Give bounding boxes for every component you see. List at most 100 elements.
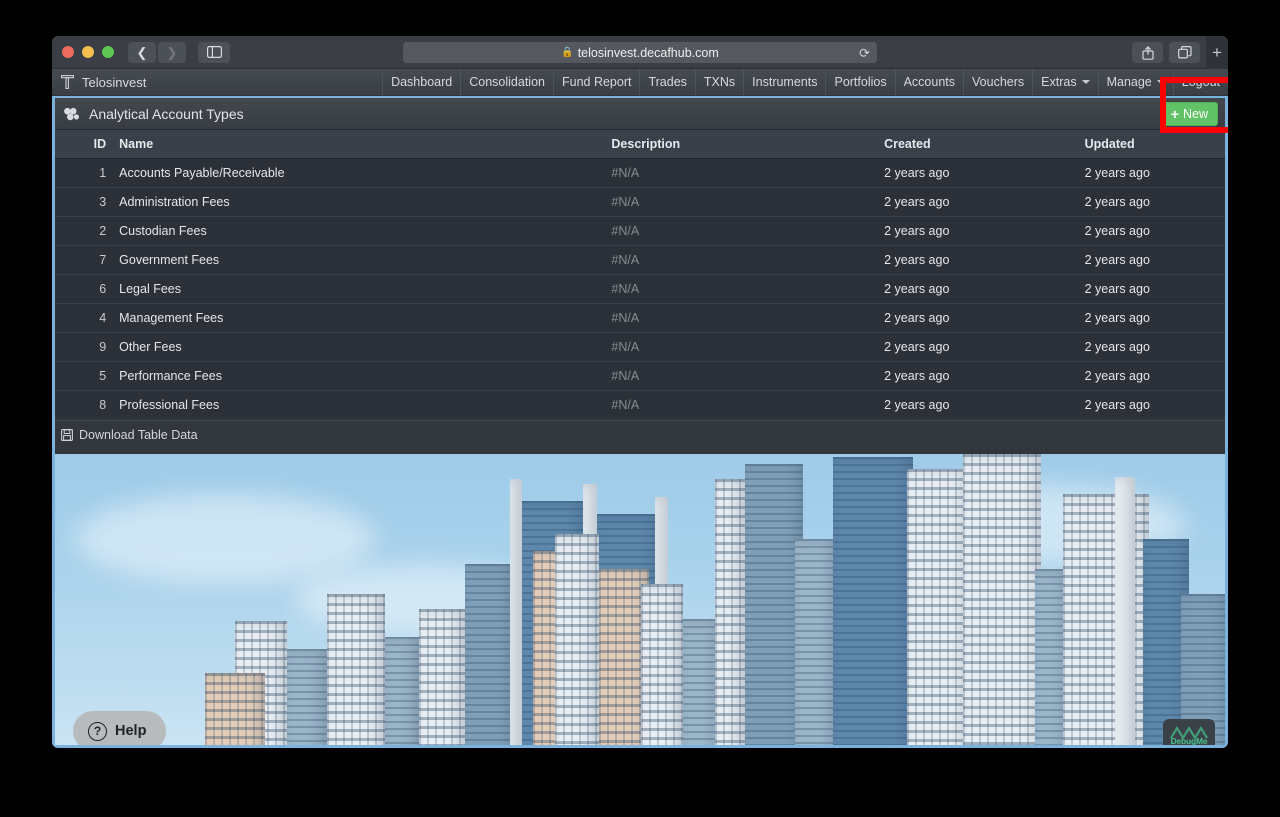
table-row[interactable]: 5 Performance Fees #N/A 2 years ago 2 ye… xyxy=(55,361,1225,391)
nav-item-fund-report[interactable]: Fund Report xyxy=(552,69,639,95)
page-title: Analytical Account Types xyxy=(63,106,244,122)
nav-item-txns[interactable]: TXNs xyxy=(694,69,743,95)
close-window-button[interactable] xyxy=(62,46,74,58)
table-row[interactable]: 8 Professional Fees #N/A 2 years ago 2 y… xyxy=(55,390,1225,420)
nav-item-logout[interactable]: Logout xyxy=(1172,69,1228,95)
column-header-name[interactable]: Name xyxy=(115,130,612,159)
minimize-window-button[interactable] xyxy=(82,46,94,58)
table-row[interactable]: 2 Custodian Fees #N/A 2 years ago 2 year… xyxy=(55,216,1225,246)
cell-created: 2 years ago xyxy=(884,303,1085,333)
nav-item-instruments[interactable]: Instruments xyxy=(743,69,825,95)
nav-item-accounts[interactable]: Accounts xyxy=(894,69,963,95)
telosinvest-logo-icon xyxy=(61,75,74,89)
show-tabs-icon[interactable] xyxy=(1169,42,1200,63)
lock-icon: 🔒 xyxy=(561,47,574,58)
building xyxy=(510,479,522,745)
main-nav: Dashboard Consolidation Fund Report Trad… xyxy=(382,69,1228,95)
chevron-down-icon xyxy=(1081,80,1090,84)
cell-created: 2 years ago xyxy=(884,274,1085,304)
building xyxy=(287,649,327,745)
cell-id: 2 xyxy=(55,216,116,246)
download-table-data-label: Download Table Data xyxy=(79,428,198,442)
building xyxy=(327,594,385,745)
table-row[interactable]: 1 Accounts Payable/Receivable #N/A 2 yea… xyxy=(55,158,1225,188)
cell-updated: 2 years ago xyxy=(1084,274,1225,304)
help-button[interactable]: ? Help xyxy=(73,711,167,745)
building xyxy=(907,469,969,745)
cell-updated: 2 years ago xyxy=(1084,332,1225,362)
building xyxy=(715,479,745,745)
cell-created: 2 years ago xyxy=(884,158,1085,188)
building xyxy=(385,637,419,745)
cell-description: #N/A xyxy=(611,303,885,333)
nav-item-manage[interactable]: Manage xyxy=(1097,69,1173,95)
reload-icon[interactable]: ⟳ xyxy=(859,46,870,59)
column-header-id[interactable]: ID xyxy=(55,130,116,159)
nav-label: Instruments xyxy=(752,75,818,89)
column-header-description[interactable]: Description xyxy=(611,130,885,159)
nav-item-extras[interactable]: Extras xyxy=(1032,69,1097,95)
debugme-widget[interactable]: DebugMe xyxy=(1163,719,1215,745)
plus-icon: + xyxy=(1170,106,1179,122)
background-skyline-photo: ? Help DebugMe xyxy=(55,454,1225,745)
cell-name: Performance Fees xyxy=(115,361,612,391)
maximize-window-button[interactable] xyxy=(102,46,114,58)
cell-id: 7 xyxy=(55,245,116,275)
nav-item-dashboard[interactable]: Dashboard xyxy=(382,69,460,95)
cell-name: Accounts Payable/Receivable xyxy=(115,158,612,188)
app-navbar: Telosinvest Dashboard Consolidation Fund… xyxy=(52,69,1228,96)
column-header-updated[interactable]: Updated xyxy=(1084,130,1225,159)
nav-label: Manage xyxy=(1106,75,1152,89)
nav-item-vouchers[interactable]: Vouchers xyxy=(963,69,1032,95)
cell-description: #N/A xyxy=(611,216,885,246)
table-row[interactable]: 6 Legal Fees #N/A 2 years ago 2 years ag… xyxy=(55,274,1225,304)
new-tab-button[interactable]: + xyxy=(1206,36,1228,69)
cell-description: #N/A xyxy=(611,158,885,188)
building xyxy=(641,584,683,745)
table-row[interactable]: 3 Administration Fees #N/A 2 years ago 2… xyxy=(55,187,1225,217)
table-header-row: ID Name Description Created Updated xyxy=(55,130,1225,159)
table-row[interactable]: 4 Management Fees #N/A 2 years ago 2 yea… xyxy=(55,303,1225,333)
nav-label: Logout xyxy=(1181,75,1220,89)
address-bar[interactable]: 🔒 telosinvest.decafhub.com ⟳ xyxy=(403,42,877,63)
panel-header: Analytical Account Types + New xyxy=(55,98,1225,130)
nav-label: Consolidation xyxy=(469,75,545,89)
table-row[interactable]: 9 Other Fees #N/A 2 years ago 2 years ag… xyxy=(55,332,1225,362)
download-table-data-link[interactable]: Download Table Data xyxy=(61,428,198,442)
page-title-label: Analytical Account Types xyxy=(89,105,244,122)
new-button[interactable]: + New xyxy=(1162,102,1218,126)
cubes-icon xyxy=(64,107,79,120)
building xyxy=(1063,494,1149,745)
building xyxy=(205,673,265,745)
analytical-account-types-table: ID Name Description Created Updated 1 Ac… xyxy=(55,130,1225,420)
nav-label: Accounts xyxy=(903,75,956,89)
column-header-created[interactable]: Created xyxy=(884,130,1085,159)
forward-icon[interactable]: ❯ xyxy=(158,41,186,63)
building xyxy=(555,534,599,745)
cell-updated: 2 years ago xyxy=(1084,361,1225,391)
nav-item-trades[interactable]: Trades xyxy=(639,69,694,95)
cell-id: 4 xyxy=(55,303,116,333)
address-bar-url: telosinvest.decafhub.com xyxy=(577,45,719,60)
nav-label: Extras xyxy=(1041,75,1077,89)
nav-item-consolidation[interactable]: Consolidation xyxy=(460,69,553,95)
building xyxy=(795,539,837,745)
cell-description: #N/A xyxy=(611,274,885,304)
cell-description: #N/A xyxy=(611,361,885,391)
sidebar-toggle-icon[interactable] xyxy=(198,41,230,63)
cell-id: 8 xyxy=(55,390,116,420)
building xyxy=(465,564,515,745)
cell-created: 2 years ago xyxy=(884,216,1085,246)
nav-label: Fund Report xyxy=(561,75,632,89)
share-icon[interactable] xyxy=(1132,42,1163,63)
cell-name: Custodian Fees xyxy=(115,216,612,246)
cell-updated: 2 years ago xyxy=(1084,216,1225,246)
cell-created: 2 years ago xyxy=(884,361,1085,391)
cell-name: Government Fees xyxy=(115,245,612,275)
nav-item-portfolios[interactable]: Portfolios xyxy=(825,69,894,95)
brand[interactable]: Telosinvest xyxy=(52,69,158,95)
table-row[interactable]: 7 Government Fees #N/A 2 years ago 2 yea… xyxy=(55,245,1225,275)
back-icon[interactable]: ❮ xyxy=(128,41,156,63)
cell-id: 1 xyxy=(55,158,116,188)
cell-description: #N/A xyxy=(611,390,885,420)
